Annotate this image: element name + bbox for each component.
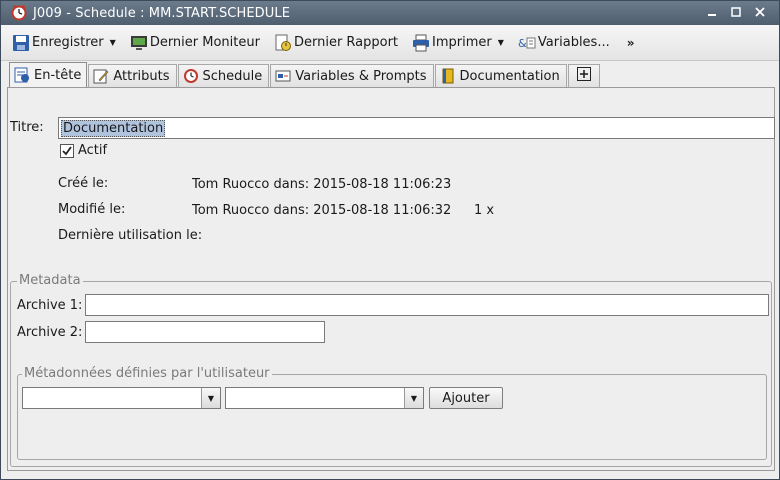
save-label: Enregistrer — [32, 35, 104, 50]
tab-schedule[interactable]: Schedule — [177, 64, 270, 87]
tab-add[interactable] — [567, 64, 600, 87]
last-monitor-label: Dernier Moniteur — [149, 35, 260, 50]
tab-strip: En-tête Attributs Schedule Variables & P… — [9, 62, 601, 87]
chevron-down-icon[interactable]: ▼ — [110, 38, 116, 47]
modified-count: 1 x — [474, 203, 495, 218]
archive2-input[interactable] — [85, 321, 325, 343]
title-input[interactable]: Documentation — [58, 117, 775, 139]
user-defined-metadata-group: Métadonnées définies par l'utilisateur ▼… — [17, 366, 767, 460]
schedule-window: J009 - Schedule : MM.START.SCHEDULE Enre… — [0, 0, 780, 480]
variables-icon — [275, 68, 291, 84]
tab-variables-prompts[interactable]: Variables & Prompts — [270, 64, 434, 87]
title-label: Titre: — [10, 120, 44, 135]
modified-label: Modifié le: — [58, 202, 126, 217]
archive1-label: Archive 1: — [17, 298, 83, 313]
chevron-down-icon[interactable]: ▼ — [404, 388, 423, 408]
tab-header[interactable]: En-tête — [9, 62, 88, 87]
close-button[interactable] — [751, 3, 769, 21]
clock-icon — [183, 68, 199, 84]
minimize-button[interactable] — [703, 3, 721, 21]
header-tab-panel: Titre: Documentation Actif Créé le: Tom … — [7, 87, 775, 471]
tab-attributes[interactable]: Attributs — [88, 64, 177, 87]
last-report-label: Dernier Rapport — [293, 35, 399, 50]
variables-label: Variables... — [537, 35, 610, 50]
floppy-disk-icon — [12, 34, 30, 52]
maximize-button[interactable] — [727, 3, 745, 21]
tab-label: Variables & Prompts — [295, 68, 427, 84]
tab-label: En-tête — [34, 67, 82, 83]
printer-icon — [412, 34, 430, 52]
monitor-icon — [130, 34, 148, 52]
variables-icon: & — [518, 34, 536, 52]
tab-label: Schedule — [202, 68, 263, 84]
print-label: Imprimer — [432, 35, 492, 50]
attributes-icon — [93, 68, 109, 84]
variables-button[interactable]: & Variables... — [515, 30, 613, 56]
metadata-value-dropdown[interactable]: ▼ — [225, 387, 424, 409]
created-value: Tom Ruocco dans: 2015-08-18 11:06:23 — [192, 177, 452, 192]
book-icon — [440, 68, 456, 84]
toolbar: Enregistrer ▼ Dernier Moniteur Dernier R… — [1, 25, 779, 61]
header-icon — [14, 67, 30, 83]
user-defined-metadata-legend: Métadonnées définies par l'utilisateur — [22, 366, 272, 381]
tab-documentation[interactable]: Documentation — [434, 64, 567, 87]
tab-label: Documentation — [459, 68, 560, 84]
chevron-down-icon[interactable]: ▼ — [498, 38, 504, 47]
metadata-legend: Metadata — [17, 273, 83, 288]
chevron-down-icon[interactable]: ▼ — [201, 388, 220, 408]
active-checkbox-row[interactable]: Actif — [60, 143, 107, 158]
archive1-input[interactable] — [85, 294, 769, 316]
title-bar[interactable]: J009 - Schedule : MM.START.SCHEDULE — [1, 1, 779, 25]
save-button[interactable]: Enregistrer ▼ — [9, 30, 119, 56]
created-label: Créé le: — [58, 176, 109, 191]
metadata-group: Metadata Archive 1: Archive 2: Métadonné… — [10, 273, 772, 467]
report-icon — [274, 34, 292, 52]
add-tab-icon — [576, 67, 591, 85]
active-checkbox[interactable] — [60, 143, 74, 158]
clock-icon — [11, 5, 27, 21]
add-metadata-button[interactable]: Ajouter — [429, 387, 503, 409]
title-input-value: Documentation — [61, 119, 166, 137]
toolbar-overflow-button[interactable]: » — [627, 36, 635, 50]
active-label: Actif — [78, 143, 108, 158]
last-used-label: Dernière utilisation le: — [58, 228, 203, 243]
print-button[interactable]: Imprimer ▼ — [409, 30, 507, 56]
metadata-key-dropdown[interactable]: ▼ — [22, 387, 221, 409]
tab-label: Attributs — [113, 68, 170, 84]
last-report-button[interactable]: Dernier Rapport — [271, 30, 401, 56]
window-title: J009 - Schedule : MM.START.SCHEDULE — [33, 5, 291, 21]
last-monitor-button[interactable]: Dernier Moniteur — [127, 30, 263, 56]
archive2-label: Archive 2: — [17, 325, 83, 340]
modified-value: Tom Ruocco dans: 2015-08-18 11:06:32 — [192, 203, 452, 218]
svg-text:&: & — [518, 37, 527, 50]
